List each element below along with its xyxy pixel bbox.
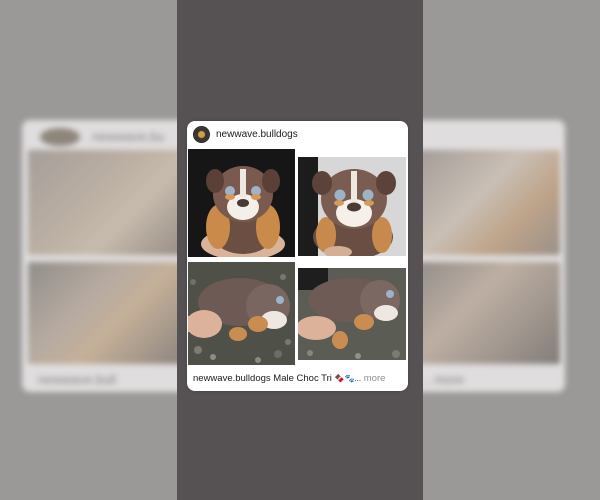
post-caption: newwave.bulldogs Male Choc Tri 🍫🐾... mor… xyxy=(193,373,385,384)
puppy-photo-4[interactable] xyxy=(298,268,406,360)
caption-text: Male Choc Tri xyxy=(273,373,332,384)
post-header: newwave.bulldogs xyxy=(187,121,408,148)
blurred-caption-right: ... more xyxy=(420,372,465,387)
post-username[interactable]: newwave.bulldogs xyxy=(216,129,298,140)
more-link[interactable]: more xyxy=(364,373,386,384)
blurred-photo-top-right xyxy=(410,150,560,255)
puppy-image-4 xyxy=(298,268,406,360)
blurred-photo-top xyxy=(28,150,200,255)
caption-username[interactable]: newwave.bulldogs xyxy=(193,373,271,384)
screen: newwave.bu newwave.bull ... more newwave… xyxy=(0,0,600,500)
blurred-photo-bottom xyxy=(28,262,200,364)
post-card[interactable]: newwave.bulldogs newwave.bulldogs Male C… xyxy=(187,121,408,391)
blurred-caption-left: newwave.bull xyxy=(38,372,117,387)
puppy-photo-1[interactable] xyxy=(188,149,295,257)
puppy-image-3 xyxy=(188,262,295,365)
puppy-image-1 xyxy=(188,149,295,257)
puppy-photo-3[interactable] xyxy=(188,262,295,365)
blurred-avatar xyxy=(40,128,80,146)
blurred-card-left: newwave.bu newwave.bull xyxy=(22,120,200,392)
puppy-photo-2[interactable] xyxy=(298,157,406,256)
blurred-card-right: ... more xyxy=(410,120,565,392)
caption-emoji: 🍫🐾... xyxy=(334,374,362,383)
puppy-image-2 xyxy=(298,157,406,256)
avatar[interactable] xyxy=(193,126,210,143)
blurred-photo-bottom-right xyxy=(410,262,560,364)
